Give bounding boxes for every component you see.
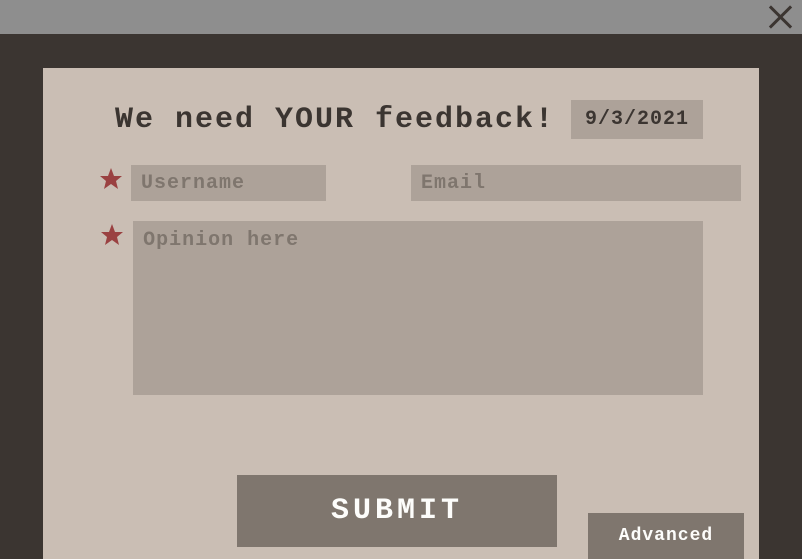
opinion-textarea[interactable] <box>133 221 703 395</box>
required-star-icon <box>99 167 123 191</box>
date-badge: 9/3/2021 <box>571 100 703 139</box>
required-star-icon <box>99 223 125 247</box>
close-icon[interactable] <box>768 4 792 28</box>
feedback-panel: We need YOUR feedback! 9/3/2021 SUBMI <box>43 68 759 559</box>
user-row <box>99 165 703 201</box>
titlebar <box>0 0 802 34</box>
username-input[interactable] <box>131 165 326 201</box>
outer-frame: We need YOUR feedback! 9/3/2021 SUBMI <box>0 34 802 559</box>
submit-button[interactable]: SUBMIT <box>237 475 557 547</box>
email-input[interactable] <box>411 165 741 201</box>
advanced-button[interactable]: Advanced <box>588 513 744 559</box>
input-group <box>131 165 741 201</box>
opinion-row <box>99 221 703 395</box>
header-row: We need YOUR feedback! 9/3/2021 <box>99 100 703 139</box>
page-title: We need YOUR feedback! <box>99 103 571 137</box>
